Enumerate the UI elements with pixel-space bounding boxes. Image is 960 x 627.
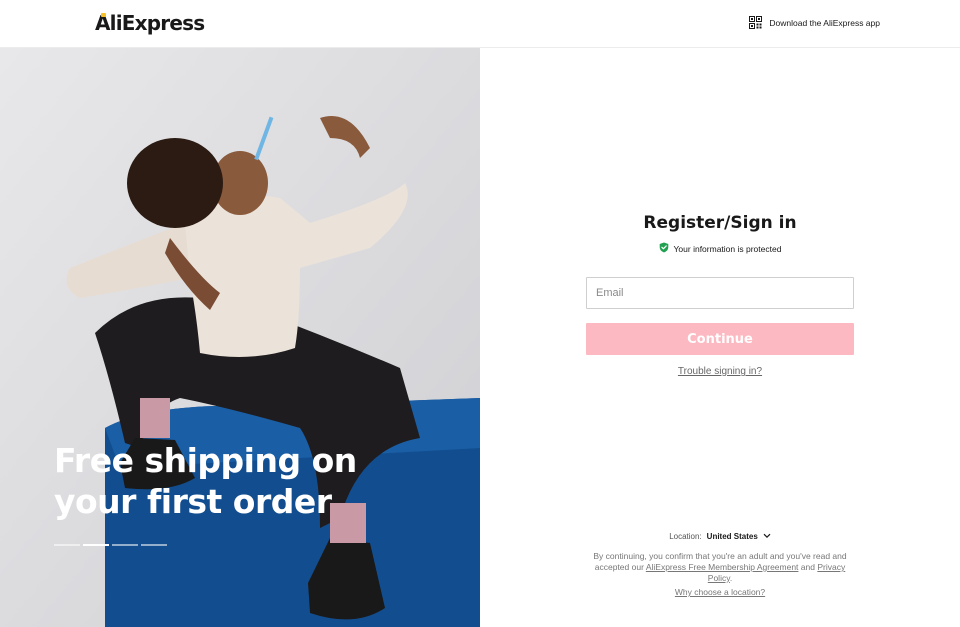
why-choose-location-link[interactable]: Why choose a location? bbox=[480, 587, 960, 597]
location-value[interactable]: United States bbox=[707, 532, 758, 541]
trouble-signing-in-link[interactable]: Trouble signing in? bbox=[480, 366, 960, 377]
terms-and: and bbox=[800, 562, 815, 572]
hero-banner: Free shipping on your first order bbox=[0, 48, 480, 627]
protected-notice: Your information is protected bbox=[480, 242, 960, 255]
top-header: AliExpress Download the AliExpress app bbox=[0, 0, 960, 48]
carousel-dot-2[interactable] bbox=[83, 544, 109, 546]
download-app-label: Download the AliExpress app bbox=[769, 17, 880, 28]
logo-text: AliExpress bbox=[95, 11, 205, 35]
protected-text: Your information is protected bbox=[673, 243, 782, 254]
qr-code-icon bbox=[749, 16, 763, 29]
continue-button[interactable]: Continue bbox=[586, 323, 854, 355]
carousel-dot-4[interactable] bbox=[141, 544, 167, 546]
aliexpress-logo[interactable]: AliExpress bbox=[95, 11, 205, 35]
location-selector[interactable]: Location: United States bbox=[480, 532, 960, 541]
download-app-link[interactable]: Download the AliExpress app bbox=[749, 16, 880, 29]
terms-suffix: . bbox=[729, 573, 733, 583]
chevron-down-icon[interactable] bbox=[763, 532, 771, 541]
carousel-indicators bbox=[54, 544, 167, 546]
membership-agreement-link[interactable]: AliExpress Free Membership Agreement bbox=[646, 562, 799, 572]
page-title: Register/Sign in bbox=[643, 213, 797, 233]
shield-check-icon bbox=[659, 242, 669, 255]
hero-title: Free shipping on your first order bbox=[54, 441, 357, 521]
email-input[interactable] bbox=[586, 277, 854, 309]
terms-notice: By continuing, you confirm that you're a… bbox=[592, 551, 848, 584]
logo-accent-mark bbox=[101, 13, 106, 17]
hero-illustration bbox=[0, 48, 480, 627]
carousel-dot-1[interactable] bbox=[54, 544, 80, 546]
location-label: Location: bbox=[669, 532, 702, 541]
carousel-dot-3[interactable] bbox=[112, 544, 138, 546]
